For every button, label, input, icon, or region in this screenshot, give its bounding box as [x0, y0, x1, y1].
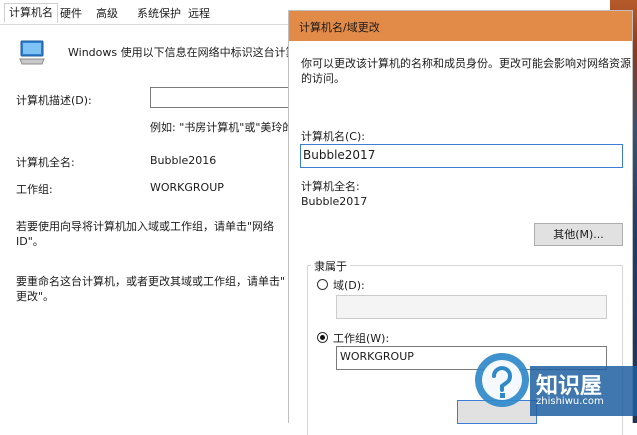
radio-selected-dot: [320, 335, 325, 340]
workgroup-radio[interactable]: [317, 332, 328, 343]
wizard-text-line1: 若要使用向导将计算机加入域或工作组，请单击"网络: [16, 220, 275, 233]
tab-system-protection[interactable]: 系统保护: [137, 5, 181, 23]
dialog-title-bar[interactable]: 计算机名/域更改: [289, 11, 632, 41]
description-example: 例如: "书房计算机"或"美玲的: [150, 121, 294, 134]
more-button[interactable]: 其他(M)...: [534, 223, 623, 246]
member-of-label: 隶属于: [311, 258, 350, 274]
dialog-desc-line2: 的访问。: [301, 72, 345, 85]
domain-label: 域(D):: [333, 279, 365, 292]
tab-remote[interactable]: 远程: [188, 5, 210, 23]
watermark-logo: 知识屋 zhishiwu.com: [472, 346, 637, 423]
computer-name-label: 计算机名(C):: [301, 130, 365, 143]
intro-text: Windows 使用以下信息在网络中标识这台计算: [68, 46, 297, 59]
full-name-value: Bubble2016: [150, 154, 217, 167]
computer-icon: [19, 40, 45, 65]
dialog-title: 计算机名/域更改: [299, 21, 380, 34]
description-input[interactable]: [150, 87, 292, 108]
watermark-site: zhishiwu.com: [536, 396, 604, 407]
wizard-text-line2: ID"。: [16, 235, 44, 248]
workgroup-label: 工作组:: [16, 183, 53, 196]
full-name-label: 计算机全名:: [16, 156, 75, 169]
description-label: 计算机描述(D):: [16, 94, 92, 107]
dialog-full-name-label: 计算机全名:: [301, 180, 360, 193]
domain-radio[interactable]: [317, 279, 328, 290]
workgroup-value: WORKGROUP: [150, 181, 224, 194]
tab-strip: 计算机名 硬件 高级 系统保护 远程: [0, 0, 300, 25]
tab-advanced[interactable]: 高级: [96, 5, 118, 23]
computer-name-input[interactable]: Bubble2017: [300, 144, 623, 168]
dialog-full-name-value: Bubble2017: [301, 195, 368, 208]
domain-input[interactable]: [336, 295, 607, 319]
tab-computer-name[interactable]: 计算机名: [4, 3, 58, 23]
rename-text-line1: 要重命名这台计算机，或者更改其域或工作组，请单击": [16, 275, 286, 288]
dialog-workgroup-label: 工作组(W):: [333, 332, 390, 345]
dialog-desc-line1: 你可以更改该计算机的名称和成员身份。更改可能会影响对网络资源: [301, 57, 631, 70]
tab-hardware[interactable]: 硬件: [60, 5, 82, 23]
rename-text-line2: 更改"。: [16, 290, 55, 303]
